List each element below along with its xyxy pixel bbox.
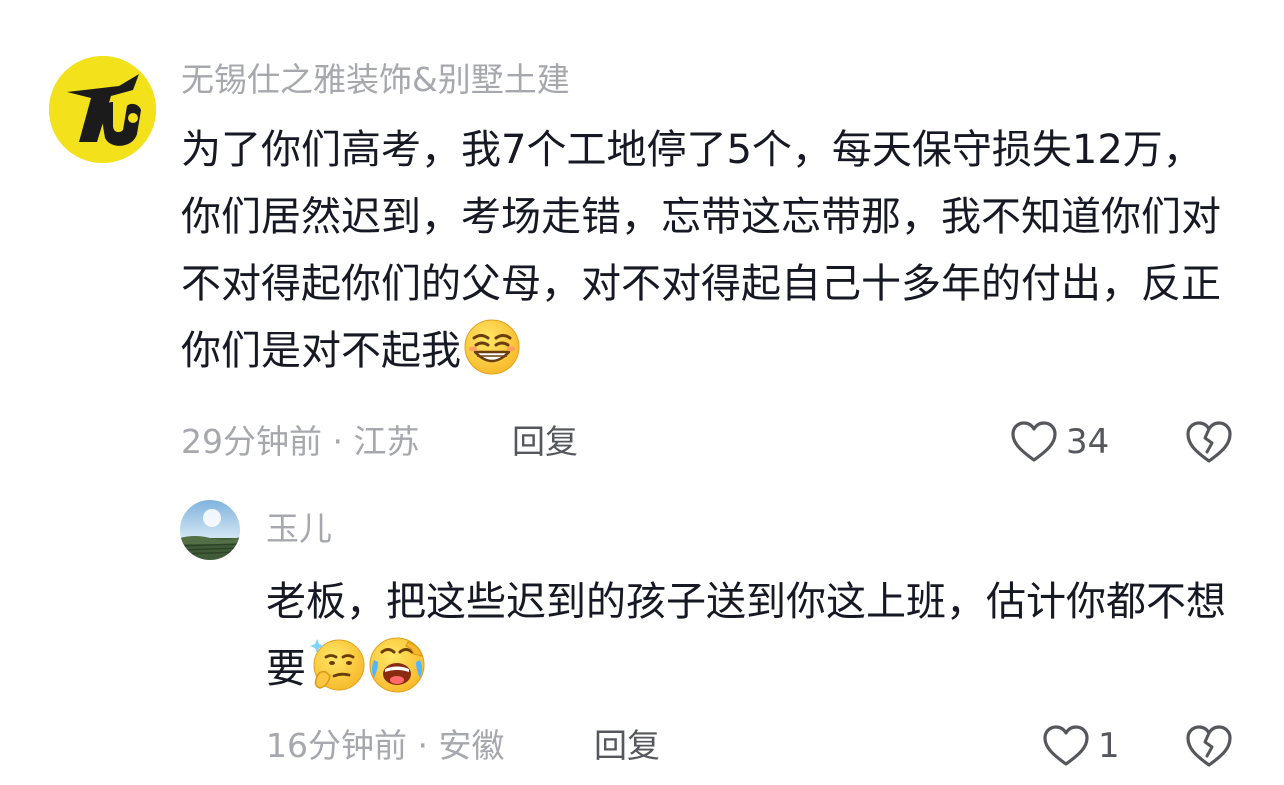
like-button[interactable]: 1 (1042, 724, 1120, 768)
comment-text: 老板，把这些迟到的孩子送到你这上班，估计你都不想要 (266, 569, 1241, 703)
rolling-laugh-emoji (369, 637, 425, 693)
broken-heart-icon[interactable] (1185, 723, 1233, 769)
comment-text: 为了你们高考，我7个工地停了5个，每天保守损失12万，你们居然迟到，考场走错，忘… (181, 117, 1241, 385)
like-count: 34 (1066, 422, 1110, 462)
avatar[interactable] (180, 500, 240, 560)
broken-heart-icon[interactable] (1185, 419, 1233, 465)
username[interactable]: 玉儿 (266, 509, 332, 549)
landscape-photo (180, 500, 240, 560)
reply-button[interactable]: 回复 (512, 422, 578, 462)
heart-icon[interactable] (1042, 724, 1090, 768)
comment-time-location: 16分钟前 · 安徽 (266, 726, 505, 765)
comment-text-content: 为了你们高考，我7个工地停了5个，每天保守损失12万，你们居然迟到，考场走错，忘… (181, 127, 1221, 374)
thinking-sparkle-emoji (310, 639, 365, 691)
heart-icon[interactable] (1010, 420, 1058, 464)
reply-button[interactable]: 回复 (594, 726, 660, 766)
company-logo (49, 56, 156, 163)
like-button[interactable]: 34 (1010, 420, 1109, 464)
grin-squint-emoji (464, 319, 520, 375)
comment-time-location: 29分钟前 · 江苏 (181, 422, 420, 461)
avatar[interactable] (49, 56, 156, 163)
like-count: 1 (1098, 726, 1120, 766)
username[interactable]: 无锡仕之雅装饰&别墅土建 (181, 60, 570, 100)
